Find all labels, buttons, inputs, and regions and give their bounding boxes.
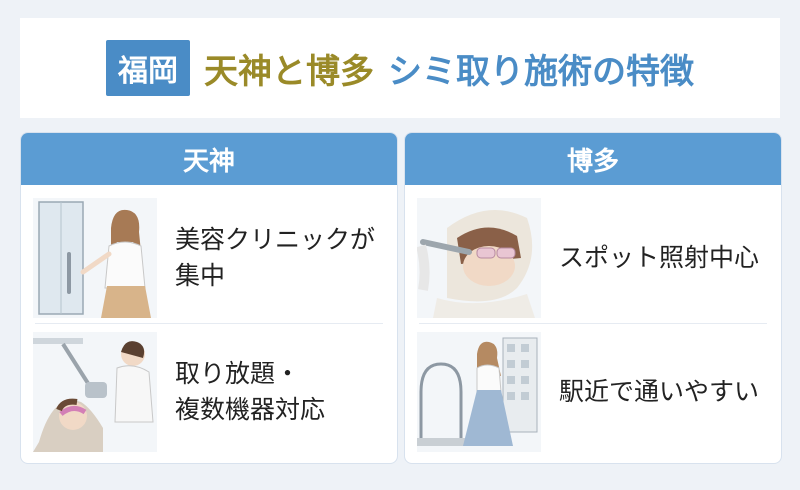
hakata-item-spot-line1: スポット照射中心 — [559, 243, 760, 272]
region-tag: 福岡 — [106, 40, 190, 96]
hakata-item-station: 駅近で通いやすい — [405, 327, 781, 457]
tenjin-item-clinics: 美容クリニックが 集中 — [21, 193, 397, 323]
tenjin-item-clinics-line1: 美容クリニックが — [175, 225, 376, 254]
tenjin-card: 天神 美容クリニックが 集中 取り放題・ 複数機器対応 — [20, 132, 398, 464]
hakata-item-spot-text: スポット照射中心 — [559, 240, 759, 276]
tenjin-item-unlimited-text: 取り放題・ 複数機器対応 — [175, 356, 325, 428]
hakata-item-station-text: 駅近で通いやすい — [559, 374, 759, 410]
tenjin-item-unlimited: 取り放題・ 複数機器対応 — [21, 327, 397, 457]
hakata-item-spot: スポット照射中心 — [405, 193, 781, 323]
tenjin-item-clinics-line2: 集中 — [175, 261, 226, 290]
hakata-heading: 博多 — [405, 133, 781, 185]
laser-treatment-illustration — [33, 332, 157, 452]
title-banner: 福岡 天神と博多 シミ取り施術の特徴 — [20, 18, 780, 118]
title-topic: シミ取り施術の特徴 — [388, 51, 694, 92]
hakata-divider — [419, 323, 767, 324]
tenjin-heading: 天神 — [21, 133, 397, 185]
hakata-item-station-line1: 駅近で通いやすい — [559, 377, 760, 406]
hakata-card: 博多 スポット照射中心 駅近で通いやすい — [404, 132, 782, 464]
tenjin-item-unlimited-line1: 取り放題・ — [175, 359, 301, 388]
woman-walking-near-station-illustration — [417, 332, 541, 452]
title-areas: 天神と博多 — [204, 51, 374, 92]
tenjin-divider — [35, 323, 383, 324]
spot-laser-illustration — [417, 198, 541, 318]
tenjin-item-unlimited-line2: 複数機器対応 — [175, 395, 326, 424]
tenjin-item-clinics-text: 美容クリニックが 集中 — [175, 222, 375, 294]
woman-at-clinic-door-illustration — [33, 198, 157, 318]
